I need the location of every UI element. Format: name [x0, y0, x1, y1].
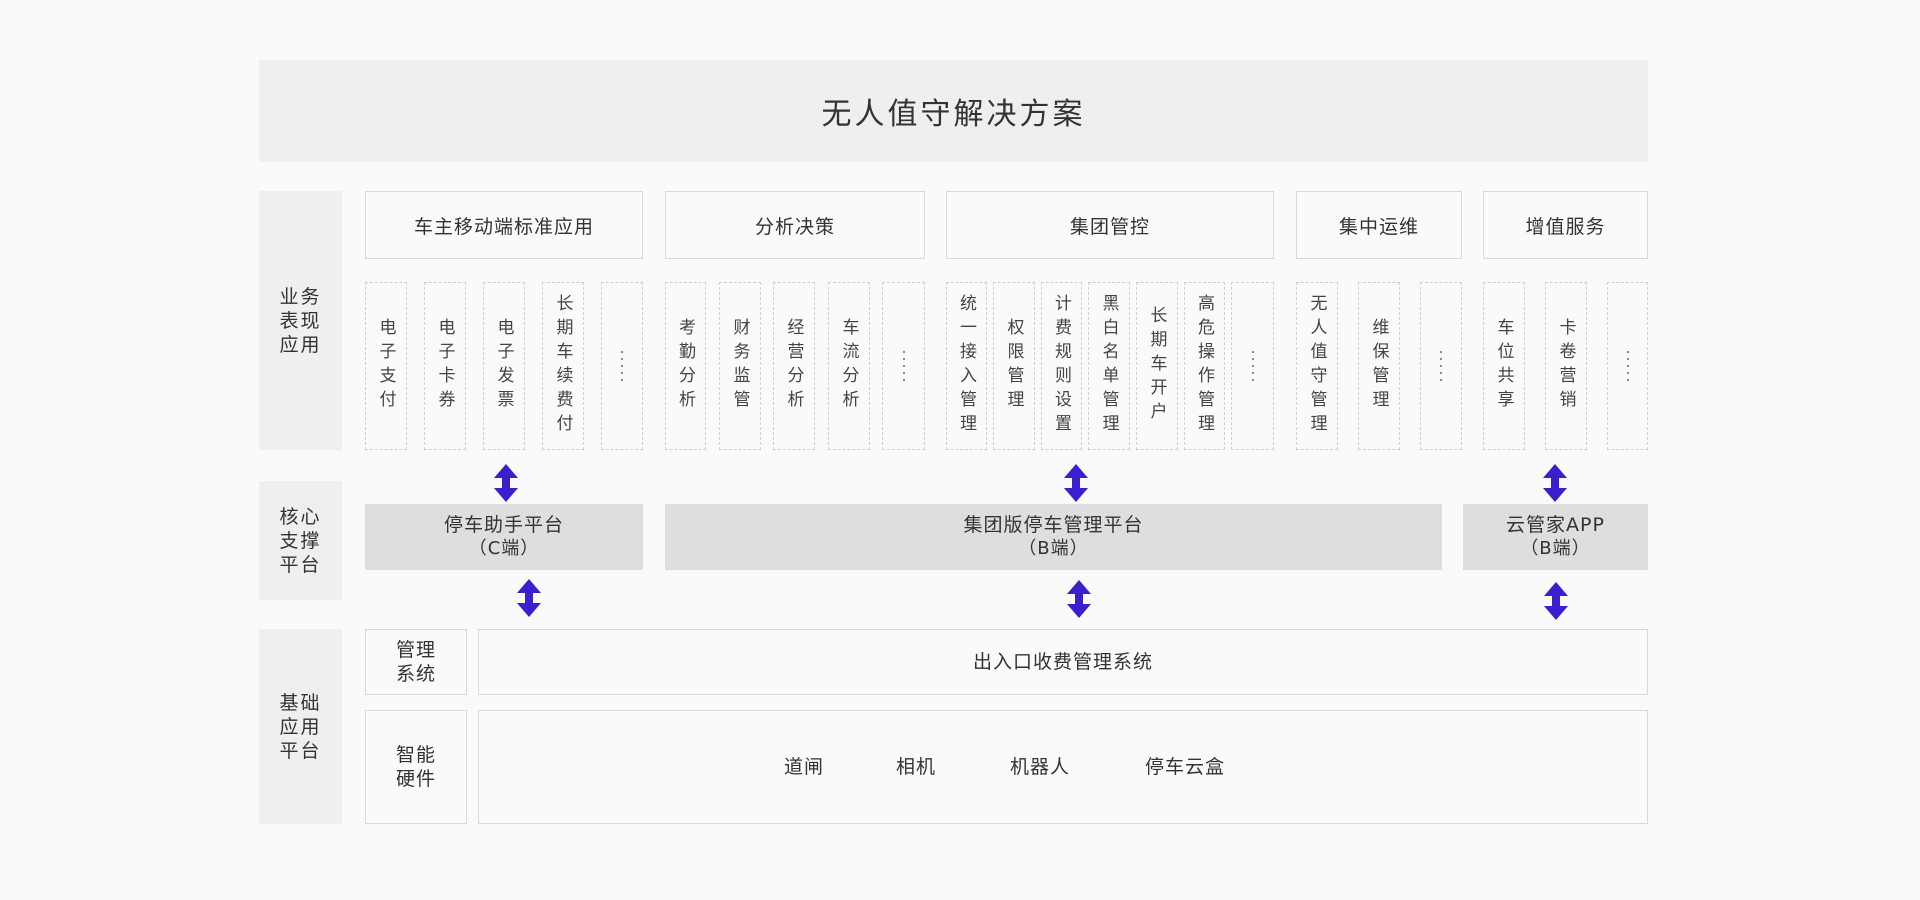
double-arrow-icon	[494, 464, 518, 502]
item-label: 卡卷营销	[1555, 318, 1576, 414]
platform-sub: （C端）	[468, 538, 540, 559]
category-group-control: 集团管控	[946, 191, 1274, 259]
item-label: 维保管理	[1368, 318, 1389, 414]
platform-sub: （B端）	[1018, 538, 1089, 559]
item-label: 电子卡券	[434, 318, 455, 414]
item-label: 长期车开户	[1146, 306, 1167, 426]
platform-cloud-app: 云管家APP （B端）	[1463, 504, 1648, 570]
row-label-business: 业务 表现 应用	[259, 191, 342, 450]
item-box: 考勤分析	[665, 282, 706, 450]
double-arrow-icon	[517, 579, 541, 617]
category-label: 车主移动端标准应用	[413, 215, 594, 238]
item-box: 黑白名单管理	[1088, 282, 1130, 450]
row-label-base: 基础 应用 平台	[259, 629, 342, 824]
hardware-item: 道闸	[784, 756, 825, 778]
item-label: 统一接入管理	[956, 294, 976, 438]
title-text: 无人值守解决方案	[821, 97, 1086, 132]
item-label: 黑白名单管理	[1098, 294, 1119, 438]
item-label: 电子发票	[493, 318, 514, 414]
item-label: 考勤分析	[675, 318, 695, 414]
item-box: 经营分析	[773, 282, 815, 450]
item-box: 维保管理	[1358, 282, 1400, 450]
double-arrow-icon	[1543, 464, 1567, 502]
item-box: 长期车开户	[1136, 282, 1178, 450]
item-label: 车位共享	[1493, 318, 1514, 414]
item-box: 电子卡券	[424, 282, 466, 450]
platform-name: 集团版停车管理平台	[963, 514, 1144, 536]
category-label: 集中运维	[1338, 215, 1419, 238]
item-box: 财务监管	[719, 282, 761, 450]
more-dots-icon	[1251, 351, 1254, 381]
category-analysis: 分析决策	[665, 191, 925, 259]
item-box: 无人值守管理	[1296, 282, 1338, 450]
item-label: 高危操作管理	[1194, 294, 1214, 438]
item-label: 车流分析	[838, 318, 859, 414]
more-dots-icon	[621, 351, 623, 381]
item-box: 计费规则设置	[1041, 282, 1082, 450]
category-label: 增值服务	[1525, 215, 1606, 238]
double-arrow-icon	[1064, 464, 1088, 502]
item-box: 车位共享	[1483, 282, 1525, 450]
page-title: 无人值守解决方案	[259, 60, 1648, 162]
item-box-more	[1420, 282, 1462, 450]
category-label: 分析决策	[754, 215, 835, 238]
item-box-more	[882, 282, 925, 450]
gate-charging-system: 出入口收费管理系统	[478, 629, 1648, 695]
item-box: 电子支付	[365, 282, 407, 450]
item-box: 电子发票	[483, 282, 525, 450]
item-box: 长期车续费付	[542, 282, 584, 450]
item-label: 电子支付	[375, 318, 396, 414]
hardware-list: 道闸 相机 机器人 停车云盒	[478, 710, 1648, 824]
platform-name: 云管家APP	[1506, 514, 1605, 536]
category-operations: 集中运维	[1296, 191, 1462, 259]
item-box: 车流分析	[828, 282, 870, 450]
item-label: 权限管理	[1003, 318, 1024, 414]
platform-name: 停车助手平台	[443, 514, 564, 536]
more-dots-icon	[1626, 351, 1629, 381]
category-value-added: 增值服务	[1483, 191, 1648, 259]
smart-hardware-label: 智能 硬件	[365, 710, 467, 824]
gate-charging-text: 出入口收费管理系统	[972, 651, 1153, 673]
item-label: 无人值守管理	[1306, 294, 1327, 438]
hardware-item: 机器人	[1010, 756, 1071, 778]
hardware-item: 相机	[896, 756, 937, 778]
category-label: 集团管控	[1069, 215, 1150, 238]
platform-c-side: 停车助手平台 （C端）	[365, 504, 643, 570]
item-label: 经营分析	[783, 318, 804, 414]
item-box-more	[1231, 282, 1274, 450]
platform-group-edition: 集团版停车管理平台 （B端）	[665, 504, 1442, 570]
row-label-core: 核心 支撑 平台	[259, 481, 342, 600]
item-label: 计费规则设置	[1051, 294, 1071, 438]
double-arrow-icon	[1544, 582, 1568, 620]
item-label: 长期车续费付	[552, 294, 573, 438]
item-box-more	[601, 282, 643, 450]
item-box-more	[1607, 282, 1648, 450]
more-dots-icon	[1440, 351, 1442, 381]
item-box: 权限管理	[993, 282, 1035, 450]
category-mobile-app: 车主移动端标准应用	[365, 191, 643, 259]
more-dots-icon	[902, 351, 905, 381]
double-arrow-icon	[1067, 580, 1091, 618]
item-box: 统一接入管理	[946, 282, 987, 450]
item-box: 卡卷营销	[1545, 282, 1587, 450]
item-label: 财务监管	[729, 318, 750, 414]
management-system-label: 管理 系统	[365, 629, 467, 695]
item-box: 高危操作管理	[1184, 282, 1225, 450]
hardware-item: 停车云盒	[1145, 756, 1226, 778]
platform-sub: （B端）	[1520, 538, 1591, 559]
